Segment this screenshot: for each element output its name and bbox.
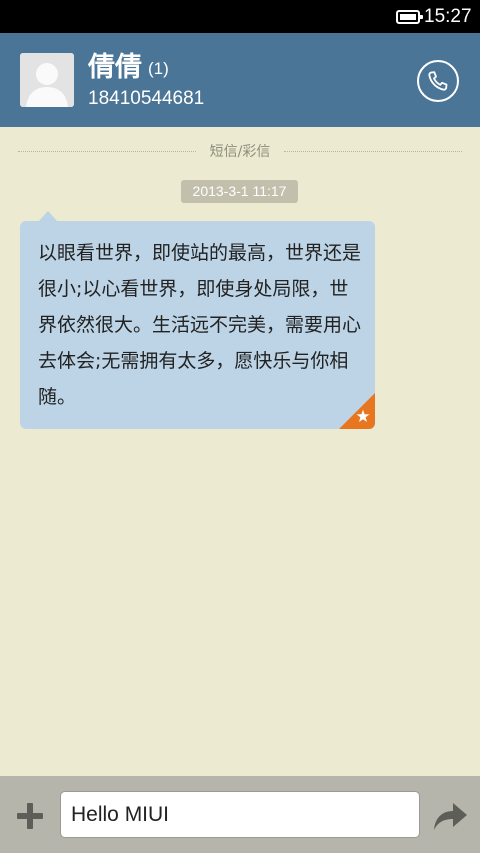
- unread-count: (1): [148, 59, 169, 78]
- message-bubble[interactable]: 以眼看世界，即使站的最高，世界还是很小;以心看世界，即使身处局限，世界依然很大。…: [20, 221, 375, 429]
- person-avatar-icon[interactable]: [20, 53, 74, 107]
- battery-fill: [400, 14, 416, 20]
- message-input[interactable]: [60, 791, 420, 838]
- phone-icon: [428, 71, 448, 91]
- divider-line-right: [284, 151, 462, 152]
- plus-icon[interactable]: [14, 800, 46, 832]
- status-clock: 15:27: [424, 6, 472, 27]
- divider-line-left: [18, 151, 196, 152]
- message-text: 以眼看世界，即使站的最高，世界还是很小;以心看世界，即使身处局限，世界依然很大。…: [38, 242, 362, 408]
- status-bar: 15:27: [0, 0, 480, 33]
- battery-icon: [396, 10, 423, 24]
- composer-bar: [0, 776, 480, 853]
- call-button[interactable]: [417, 60, 459, 102]
- contact-name: 倩倩: [88, 52, 142, 83]
- message-timestamp: 2013-3-1 11:17: [181, 180, 298, 203]
- conversation-header: 倩倩 (1) 18410544681: [0, 33, 480, 127]
- contact-phone-number: 18410544681: [88, 88, 205, 109]
- message-type-label: 短信/彩信: [209, 144, 271, 160]
- send-arrow-icon[interactable]: [432, 800, 468, 832]
- thread-section-divider: 短信/彩信: [18, 140, 462, 162]
- star-icon: [339, 393, 375, 429]
